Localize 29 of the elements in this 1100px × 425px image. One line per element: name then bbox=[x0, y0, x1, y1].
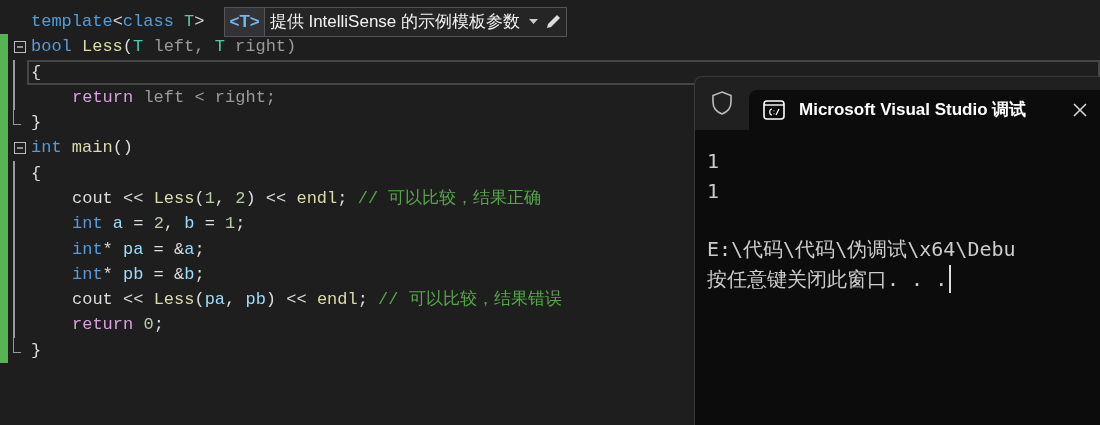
collapse-icon[interactable] bbox=[13, 142, 26, 155]
close-icon[interactable] bbox=[1073, 103, 1087, 117]
code-line: int main() bbox=[31, 137, 134, 160]
console-title: Microsoft Visual Studio 调试 bbox=[799, 99, 1028, 122]
pencil-icon[interactable] bbox=[544, 12, 563, 31]
code-line: cout << Less(1, 2) << endl; // 可以比较，结果正确 bbox=[72, 188, 542, 210]
text-cursor bbox=[949, 265, 952, 293]
dropdown-caret-icon[interactable] bbox=[529, 19, 539, 25]
code-line: bool Less(T left, T right) bbox=[31, 36, 297, 59]
console-tab[interactable]: Microsoft Visual Studio 调试 bbox=[749, 90, 1100, 130]
console-output-line: 1 bbox=[707, 178, 720, 205]
code-line: } bbox=[31, 339, 42, 362]
code-line: } bbox=[31, 112, 42, 135]
console-output-line: 按任意键关闭此窗口. . . bbox=[707, 266, 948, 293]
code-line: int a = 2, b = 1; bbox=[72, 213, 246, 236]
collapse-icon[interactable] bbox=[13, 40, 26, 53]
code-line: int* pa = &a; bbox=[72, 238, 205, 261]
terminal-icon bbox=[763, 100, 785, 120]
code-line: { bbox=[31, 162, 42, 185]
code-line: return left < right; bbox=[72, 86, 277, 109]
code-line: cout << Less(pa, pb) << endl; // 可以比较，结果错误 bbox=[72, 289, 562, 312]
hint-text: 提供 IntelliSense 的示例模板参数 bbox=[268, 10, 522, 33]
shield-icon[interactable] bbox=[710, 90, 734, 116]
code-line: return 0; bbox=[72, 314, 164, 337]
console-output-line: 1 bbox=[707, 148, 720, 175]
console-output-line: E:\代码\代码\伪调试\x64\Debu bbox=[707, 236, 1016, 263]
code-line: int* pb = &b; bbox=[72, 263, 205, 286]
template-tag: <T> bbox=[225, 7, 265, 36]
code-line: template<class T> bbox=[31, 10, 205, 33]
